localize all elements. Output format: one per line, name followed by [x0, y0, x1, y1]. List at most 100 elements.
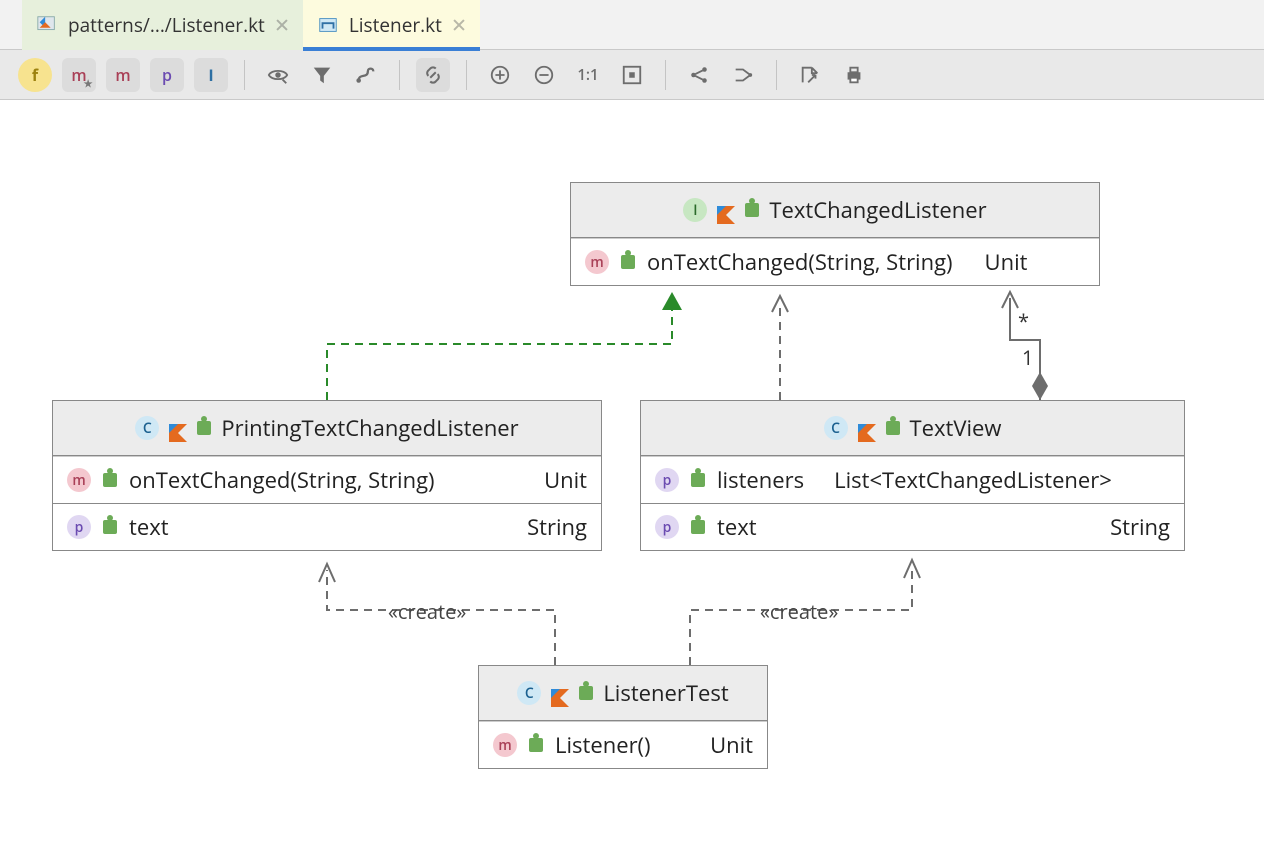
zoom-in-icon [489, 64, 511, 86]
zoom-out-button[interactable] [527, 58, 561, 92]
class-icon: C [517, 681, 541, 705]
method-signature: onTextChanged(String, String) [647, 247, 953, 277]
public-icon [886, 421, 900, 435]
diagram-file-icon [317, 14, 339, 36]
toolbar: f m★ m p I 1:1 [0, 50, 1264, 100]
class-title: C ListenerTest [479, 666, 767, 721]
fit-icon [621, 64, 643, 86]
kotlin-icon [717, 201, 735, 219]
property-icon: p [655, 515, 679, 539]
property-type: String [1110, 512, 1170, 542]
filter-button[interactable] [305, 58, 339, 92]
public-icon [103, 473, 117, 487]
funnel-icon [311, 64, 333, 86]
class-icon: C [135, 416, 159, 440]
class-listenertest[interactable]: C ListenerTest m Listener() Unit [478, 665, 768, 769]
class-name: TextChangedListener [769, 195, 986, 225]
close-icon[interactable] [452, 18, 466, 32]
method-type: Unit [710, 730, 753, 760]
link-button[interactable] [416, 58, 450, 92]
class-title: C TextView [641, 401, 1184, 456]
class-method[interactable]: m Listener() Unit [479, 721, 767, 768]
tab-label: Listener.kt [349, 12, 442, 38]
public-icon [691, 520, 705, 534]
class-title: C PrintingTextChangedListener [53, 401, 601, 456]
method-icon: m [67, 468, 91, 492]
link-icon [422, 64, 444, 86]
merge-icon [732, 64, 754, 86]
public-icon [103, 520, 117, 534]
separator [665, 60, 666, 90]
filter-methods-star-button[interactable]: m★ [62, 58, 96, 92]
edge-label-create-left: «create» [388, 598, 466, 625]
public-icon [621, 255, 635, 269]
zoom-out-icon [533, 64, 555, 86]
kotlin-icon [169, 419, 187, 437]
route-icon [355, 64, 377, 86]
kotlin-icon [858, 419, 876, 437]
interface-icon: I [683, 198, 707, 222]
layout-button[interactable] [349, 58, 383, 92]
method-icon: m [585, 250, 609, 274]
class-textview[interactable]: C TextView p listeners List<TextChangedL… [640, 400, 1185, 551]
print-button[interactable] [837, 58, 871, 92]
one-to-one-icon: 1:1 [577, 65, 598, 85]
method-signature: Listener() [555, 730, 651, 760]
public-icon [197, 421, 211, 435]
kotlin-icon [551, 684, 569, 702]
share-button[interactable] [682, 58, 716, 92]
tab-listener-diagram[interactable]: Listener.kt [303, 0, 480, 50]
class-property[interactable]: p text String [53, 503, 601, 550]
method-type: Unit [985, 247, 1028, 277]
merge-button[interactable] [726, 58, 760, 92]
property-type: String [527, 512, 587, 542]
property-name: text [717, 512, 757, 542]
property-name: text [129, 512, 169, 542]
class-title: I TextChangedListener [571, 183, 1099, 238]
export-button[interactable] [793, 58, 827, 92]
filter-fields-button[interactable]: f [18, 58, 52, 92]
edge-multiplicity-star: * [1018, 308, 1029, 335]
kotlin-file-icon [36, 14, 58, 36]
fit-screen-button[interactable] [615, 58, 649, 92]
separator [244, 60, 245, 90]
class-property[interactable]: p text String [641, 503, 1184, 550]
separator [776, 60, 777, 90]
method-star-icon: m★ [71, 64, 86, 86]
zoom-reset-button[interactable]: 1:1 [571, 58, 605, 92]
edge-label-create-right: «create» [760, 598, 838, 625]
class-name: ListenerTest [603, 678, 728, 708]
filter-methods-button[interactable]: m [106, 58, 140, 92]
tab-strip: patterns/.../Listener.kt Listener.kt [0, 0, 1264, 50]
public-icon [579, 686, 593, 700]
property-icon: p [655, 468, 679, 492]
property-icon: p [67, 515, 91, 539]
tab-label: patterns/.../Listener.kt [68, 12, 265, 38]
visibility-button[interactable] [261, 58, 295, 92]
close-icon[interactable] [275, 18, 289, 32]
tab-patterns-listener[interactable]: patterns/.../Listener.kt [22, 0, 303, 50]
class-method[interactable]: m onTextChanged(String, String) Unit [571, 238, 1099, 285]
method-signature: onTextChanged(String, String) [129, 465, 435, 495]
share-icon [688, 64, 710, 86]
class-name: TextView [910, 413, 1002, 443]
class-name: PrintingTextChangedListener [221, 413, 518, 443]
diagram-canvas[interactable]: I TextChangedListener m onTextChanged(St… [0, 100, 1264, 860]
property-type: List<TextChangedListener> [834, 465, 1112, 495]
printer-icon [843, 64, 865, 86]
class-method[interactable]: m onTextChanged(String, String) Unit [53, 456, 601, 503]
method-type: Unit [544, 465, 587, 495]
class-printingtextchangedlistener[interactable]: C PrintingTextChangedListener m onTextCh… [52, 400, 602, 551]
filter-properties-button[interactable]: p [150, 58, 184, 92]
class-property[interactable]: p listeners List<TextChangedListener> [641, 456, 1184, 503]
method-icon: m [493, 733, 517, 757]
class-textchangedlistener[interactable]: I TextChangedListener m onTextChanged(St… [570, 182, 1100, 286]
separator [466, 60, 467, 90]
export-icon [799, 64, 821, 86]
filter-interfaces-button[interactable]: I [194, 58, 228, 92]
zoom-in-button[interactable] [483, 58, 517, 92]
public-icon [529, 738, 543, 752]
public-icon [691, 473, 705, 487]
edge-multiplicity-one: 1 [1022, 344, 1033, 371]
class-icon: C [824, 416, 848, 440]
